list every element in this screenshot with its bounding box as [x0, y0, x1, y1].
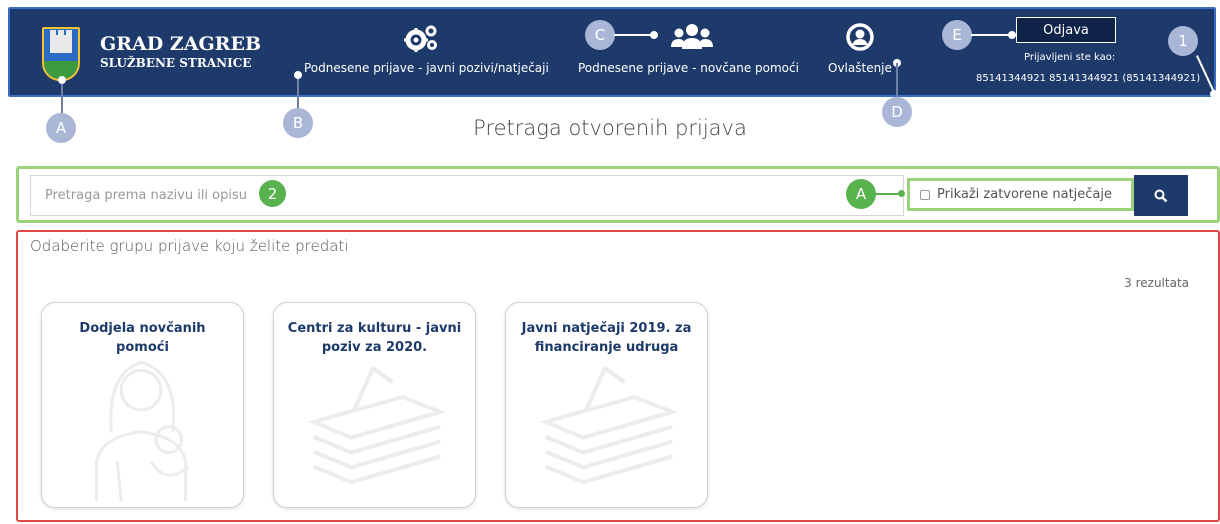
callout-leader	[614, 34, 654, 36]
page-title: Pretraga otvorenih prijava	[473, 116, 747, 140]
nav-applications-public-calls[interactable]: Podnesene prijave - javni pozivi/natječa…	[304, 61, 549, 75]
callout-leader	[896, 63, 898, 100]
callout-dot	[1008, 31, 1016, 39]
card-title[interactable]: Dodjela novčanih pomoći	[42, 319, 243, 357]
results-count: 3 rezultata	[1124, 276, 1189, 290]
callout-dot	[898, 190, 905, 197]
site-subtitle[interactable]: SLUŽBENE STRANICE	[100, 56, 251, 70]
section-heading: Odaberite grupu prijave koju želite pred…	[30, 237, 349, 255]
search-icon	[1154, 189, 1168, 202]
card-title[interactable]: Centri za kulturu - javni poziv za 2020.	[274, 319, 475, 357]
callout-2-search: 2	[259, 180, 286, 207]
callout-dot	[58, 76, 66, 84]
card-title[interactable]: Javni natječaji 2019. za financiranje ud…	[506, 319, 707, 357]
site-header: GRAD ZAGREB SLUŽBENE STRANICE Podnesene …	[8, 7, 1216, 97]
logged-in-user: 85141344921 85141344921 (85141344921)	[976, 73, 1201, 84]
show-closed-toggle[interactable]: Prikaži zatvorene natječaje	[907, 178, 1134, 211]
callout-dot	[294, 71, 302, 79]
callout-c-nav: C	[585, 20, 615, 50]
callout-1-header: 1	[1168, 26, 1198, 56]
logged-in-label: Prijavljeni ste kao:	[1024, 52, 1116, 63]
show-closed-label[interactable]: Prikaži zatvorene natječaje	[937, 187, 1112, 202]
card-association-funding[interactable]: Javni natječaji 2019. za financiranje ud…	[505, 302, 708, 508]
zagreb-coat-of-arms-icon[interactable]	[42, 27, 80, 81]
user-circle-icon[interactable]	[846, 23, 874, 51]
search-button[interactable]	[1134, 175, 1188, 216]
nav-applications-payments[interactable]: Podnesene prijave - novčane pomoći	[578, 61, 799, 75]
show-closed-checkbox[interactable]	[920, 189, 930, 200]
callout-dot	[1210, 90, 1218, 98]
search-placeholder: Pretraga prema nazivu ili opisu	[45, 188, 248, 203]
users-icon[interactable]	[671, 23, 713, 51]
callout-leader	[61, 80, 63, 116]
logout-button[interactable]: Odjava	[1016, 17, 1116, 43]
callout-a-filter: A	[846, 179, 876, 209]
search-input[interactable]: Pretraga prema nazivu ili opisu	[30, 175, 904, 216]
callout-dot	[650, 31, 658, 39]
site-title[interactable]: GRAD ZAGREB	[100, 33, 261, 55]
card-cash-assistance[interactable]: Dodjela novčanih pomoći	[41, 302, 244, 508]
nav-authorization[interactable]: Ovlaštenje	[828, 61, 892, 75]
callout-leader	[971, 34, 1011, 36]
card-culture-centers[interactable]: Centri za kulturu - javni poziv za 2020.	[273, 302, 476, 508]
callout-leader	[297, 75, 299, 111]
callout-e-logout: E	[942, 20, 972, 50]
gears-icon[interactable]	[402, 23, 442, 53]
